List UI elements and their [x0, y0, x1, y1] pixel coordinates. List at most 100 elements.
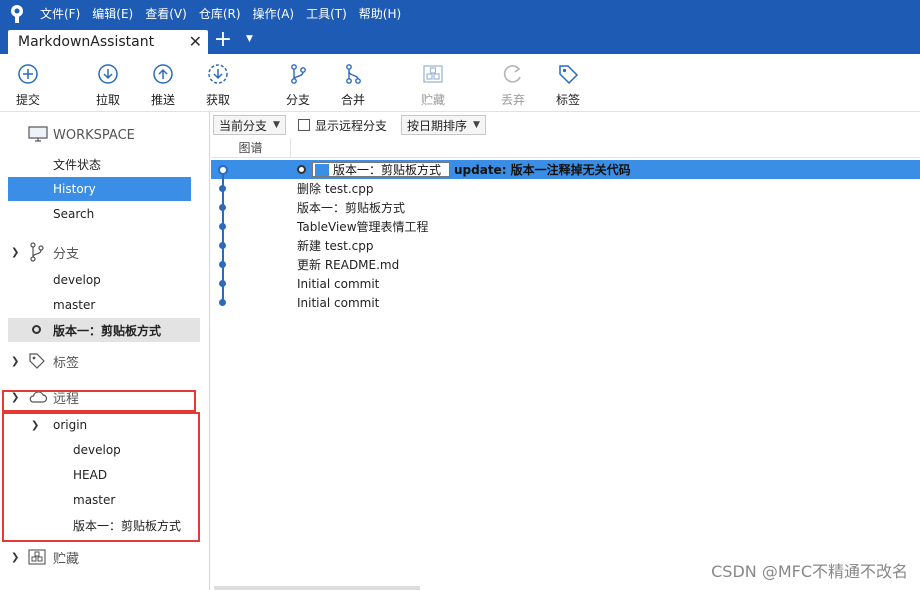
- tab-bar: MarkdownAssistant ✕ + ▼: [0, 28, 920, 54]
- sidebar-item-branch-master[interactable]: master: [0, 293, 210, 317]
- menu-repository[interactable]: 仓库(R): [193, 0, 247, 28]
- menu-actions[interactable]: 操作(A): [247, 0, 301, 28]
- history-label: History: [53, 182, 96, 196]
- plus-circle-icon: [16, 62, 40, 86]
- stash-icon: [28, 548, 46, 570]
- branches-label: 分支: [53, 246, 80, 262]
- graph-node: [219, 185, 226, 192]
- discard-button[interactable]: 丢弃: [489, 62, 537, 108]
- menu-edit[interactable]: 编辑(E): [86, 0, 139, 28]
- branch-button[interactable]: 分支: [274, 62, 322, 108]
- menu-help[interactable]: 帮助(H): [353, 0, 407, 28]
- menubar: 文件(F) 编辑(E) 查看(V) 仓库(R) 操作(A) 工具(T) 帮助(H…: [0, 0, 920, 28]
- chevron-down-icon: ▼: [273, 120, 280, 130]
- commit-message: update: 版本一注释掉无关代码: [454, 163, 631, 177]
- commit-branch-label: 版本一：剪贴板方式: [333, 163, 442, 177]
- sort-dropdown[interactable]: 按日期排序 ▼: [400, 115, 486, 135]
- chevron-down-icon[interactable]: ❯: [11, 552, 19, 563]
- graph-node-head: [218, 165, 228, 175]
- branch-label: 分支: [285, 93, 310, 107]
- checkbox-box[interactable]: [297, 119, 310, 131]
- graph-node: [219, 204, 226, 211]
- branch-label-badge: 版本一：剪贴板方式: [312, 162, 451, 177]
- commit-row[interactable]: Initial commit: [211, 274, 920, 293]
- show-remote-checkbox[interactable]: 显示远程分支: [297, 117, 387, 134]
- commit-row[interactable]: 删除 test.cpp: [211, 179, 920, 198]
- close-icon[interactable]: ✕: [189, 33, 202, 51]
- filter-bar: 当前分支 ▼ 显示远程分支 按日期排序 ▼: [211, 112, 920, 138]
- watermark: CSDN @MFC不精通不改名: [711, 562, 908, 581]
- branch-master-label: master: [53, 298, 96, 312]
- pull-button[interactable]: 拉取: [84, 62, 132, 108]
- commit-row[interactable]: 新建 test.cpp: [211, 236, 920, 255]
- tab-repository[interactable]: MarkdownAssistant ✕: [8, 30, 208, 54]
- add-tab-icon[interactable]: +: [213, 29, 233, 51]
- sidebar: WORKSPACE 文件状态 History Search ❯ 分支 devel…: [0, 112, 210, 590]
- commit-list-header: 图谱: [211, 138, 920, 158]
- sourcetree-logo-icon: [0, 0, 34, 28]
- branch-icon: [286, 62, 310, 86]
- branch-current-label: 版本一：剪贴板方式: [53, 323, 162, 338]
- current-branch-icon: [32, 325, 41, 334]
- tag-button[interactable]: 标签: [544, 62, 592, 108]
- discard-label: 丢弃: [500, 93, 525, 107]
- menu-view[interactable]: 查看(V): [139, 0, 193, 28]
- merge-label: 合并: [340, 93, 365, 107]
- pull-label: 拉取: [95, 93, 120, 107]
- annotation-box-remotes: [2, 390, 196, 412]
- stashes-header[interactable]: ❯ 贮藏: [0, 545, 210, 569]
- commit-row[interactable]: Initial commit: [211, 293, 920, 312]
- sidebar-item-search[interactable]: Search: [0, 202, 210, 226]
- toolbar: 提交 拉取 推送 获取 分支 合并 贮藏 丢弃 标签: [0, 54, 920, 112]
- graph-node: [219, 223, 226, 230]
- fetch-label: 获取: [205, 93, 230, 107]
- chevron-down-icon: ▼: [472, 120, 480, 130]
- stashes-label: 贮藏: [53, 551, 80, 567]
- commit-message: TableView管理表情工程: [297, 220, 429, 234]
- fetch-icon: [206, 62, 230, 86]
- graph-node: [219, 242, 226, 249]
- chevron-down-icon[interactable]: ❯: [11, 356, 19, 367]
- commit-message: 更新 README.md: [297, 258, 400, 272]
- commit-row[interactable]: 版本一：剪贴板方式 update: 版本一注释掉无关代码: [211, 160, 920, 179]
- commit-row[interactable]: TableView管理表情工程: [211, 217, 920, 236]
- push-label: 推送: [150, 93, 175, 107]
- merge-button[interactable]: 合并: [329, 62, 377, 108]
- stash-label: 贮藏: [420, 93, 445, 107]
- chevron-down-icon[interactable]: ▼: [246, 34, 253, 44]
- commit-row[interactable]: 更新 README.md: [211, 255, 920, 274]
- fetch-button[interactable]: 获取: [194, 62, 242, 108]
- graph-node: [219, 299, 226, 306]
- show-remote-label: 显示远程分支: [314, 118, 387, 133]
- push-button[interactable]: 推送: [139, 62, 187, 108]
- sidebar-item-history[interactable]: History: [8, 177, 191, 201]
- file-status-label: 文件状态: [53, 157, 102, 172]
- branches-header[interactable]: ❯ 分支: [0, 240, 210, 264]
- tags-header[interactable]: ❯ 标签: [0, 349, 210, 373]
- sidebar-item-branch-develop[interactable]: develop: [0, 268, 210, 292]
- sidebar-item-branch-current[interactable]: 版本一：剪贴板方式: [8, 318, 200, 342]
- sidebar-item-file-status[interactable]: 文件状态: [0, 152, 210, 176]
- head-marker-icon: [297, 165, 306, 174]
- stash-icon: [421, 62, 445, 86]
- commit-message: 版本一：剪贴板方式: [297, 201, 406, 215]
- menu-tools[interactable]: 工具(T): [300, 0, 353, 28]
- horizontal-scrollbar[interactable]: [214, 586, 420, 590]
- branch-filter-dropdown[interactable]: 当前分支 ▼: [213, 115, 286, 135]
- sort-value: 按日期排序: [406, 118, 467, 133]
- tags-label: 标签: [53, 355, 80, 371]
- commit-row[interactable]: 版本一：剪贴板方式: [211, 198, 920, 217]
- branch-filter-value: 当前分支: [219, 118, 268, 133]
- menu-file[interactable]: 文件(F): [34, 0, 86, 28]
- graph-column-header[interactable]: 图谱: [211, 138, 291, 158]
- branch-develop-label: develop: [53, 273, 101, 287]
- tab-title: MarkdownAssistant: [18, 34, 155, 50]
- branch-icon: [315, 163, 329, 176]
- graph-node: [219, 280, 226, 287]
- commit-list: 版本一：剪贴板方式 update: 版本一注释掉无关代码 删除 test.cpp…: [211, 160, 920, 590]
- tag-icon: [28, 352, 46, 374]
- commit-button[interactable]: 提交: [4, 62, 52, 108]
- stash-button[interactable]: 贮藏: [409, 62, 457, 108]
- chevron-down-icon[interactable]: ❯: [11, 247, 19, 258]
- arrow-up-circle-icon: [151, 62, 175, 86]
